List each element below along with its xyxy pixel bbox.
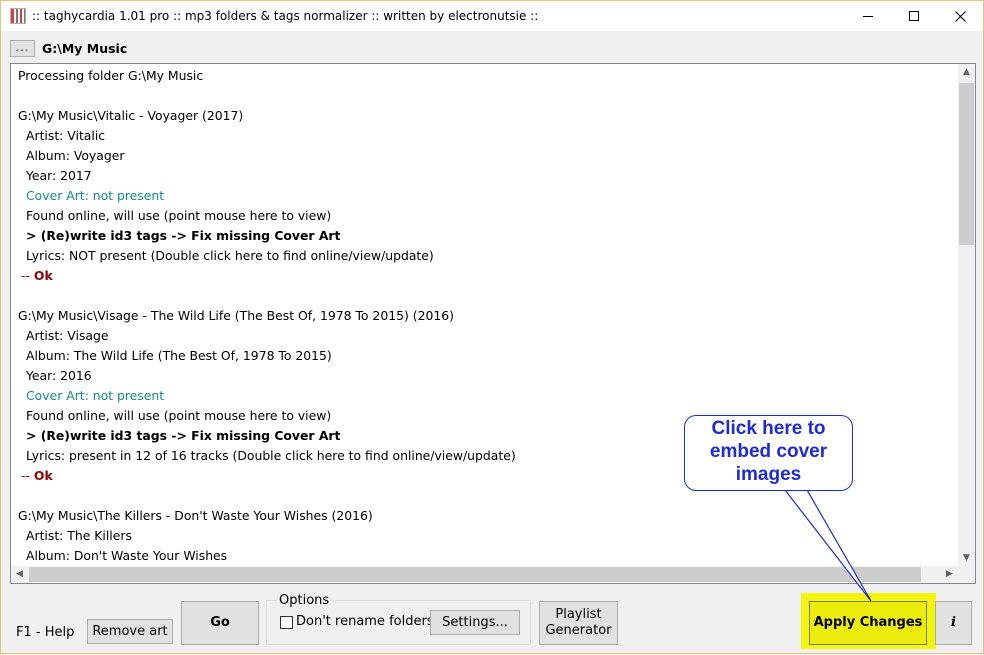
scroll-down-arrow-icon[interactable]: ▼ (958, 550, 975, 567)
log-result: -- Ok (21, 466, 53, 486)
log-year: Year: 2017 (26, 168, 92, 183)
scrollbar-corner (958, 566, 975, 583)
log-album: Album: Don't Waste Your Wishes (26, 548, 228, 563)
horizontal-scroll-thumb[interactable] (29, 567, 921, 582)
log-result-ok: Ok (33, 468, 53, 483)
scroll-right-arrow-icon[interactable]: ▶ (941, 566, 958, 583)
app-icon[interactable] (10, 8, 26, 24)
current-folder-path: G:\My Music (42, 41, 128, 56)
log-lyrics-link[interactable]: Lyrics: present in 12 of 16 tracks (Doub… (26, 446, 516, 466)
log-album: Album: Voyager (26, 148, 125, 163)
log-panel[interactable]: Processing folder G:\My Music G:\My Musi… (10, 63, 976, 584)
horizontal-scrollbar[interactable]: ◀ ▶ (11, 566, 975, 583)
dont-rename-folders-label[interactable]: Don't rename folders (296, 614, 434, 629)
dont-rename-folders-checkbox[interactable] (280, 616, 293, 629)
options-legend: Options (277, 593, 332, 608)
vertical-scroll-thumb[interactable] (959, 83, 974, 245)
log-action: > (Re)write id3 tags -> Fix missing Cove… (26, 428, 341, 443)
maximize-button[interactable] (891, 1, 937, 31)
log-album-folder[interactable]: G:\My Music\The Killers - Don't Waste Yo… (18, 506, 373, 526)
info-button[interactable]: i (935, 601, 972, 645)
callout-line2: embed cover (709, 441, 828, 462)
playlist-generator-label-line2: Generator (545, 623, 612, 638)
log-result-dash: -- (21, 268, 30, 283)
remove-art-button[interactable]: Remove art (87, 619, 173, 644)
log-cover-art-status: Cover Art: not present (26, 388, 165, 403)
callout-line3: images (735, 464, 802, 485)
playlist-generator-button[interactable]: Playlist Generator (539, 601, 618, 645)
window-title: :: taghycardia 1.01 pro :: mp3 folders &… (32, 9, 539, 23)
close-button[interactable] (937, 1, 983, 31)
log-album-folder[interactable]: G:\My Music\Visage - The Wild Life (The … (18, 306, 454, 326)
callout-tooltip: Click here to embed cover images (684, 415, 853, 491)
app-window: :: taghycardia 1.01 pro :: mp3 folders &… (0, 0, 984, 654)
callout-line1: Click here to (711, 418, 826, 439)
log-artist: Artist: The Killers (26, 528, 132, 543)
title-bar[interactable]: :: taghycardia 1.01 pro :: mp3 folders &… (1, 1, 983, 31)
close-icon (954, 10, 966, 22)
help-hint: F1 - Help (16, 625, 75, 640)
log-content[interactable]: Processing folder G:\My Music G:\My Musi… (11, 64, 955, 567)
maximize-icon (909, 11, 919, 21)
settings-button[interactable]: Settings... (430, 610, 520, 635)
log-line: Processing folder G:\My Music (18, 68, 204, 83)
scroll-up-arrow-icon[interactable]: ▲ (958, 64, 975, 81)
go-button[interactable]: Go (181, 601, 259, 645)
log-year: Year: 2016 (26, 368, 92, 383)
log-result-dash: -- (21, 468, 30, 483)
log-album-folder[interactable]: G:\My Music\Vitalic - Voyager (2017) (18, 106, 243, 126)
log-action: > (Re)write id3 tags -> Fix missing Cove… (26, 228, 341, 243)
log-result: -- Ok (21, 266, 53, 286)
log-lyrics-link[interactable]: Lyrics: NOT present (Double click here t… (26, 246, 434, 266)
log-cover-art-preview[interactable]: Found online, will use (point mouse here… (26, 406, 331, 426)
apply-changes-button[interactable]: Apply Changes (809, 601, 927, 645)
log-artist: Artist: Visage (26, 328, 109, 343)
minimize-icon (863, 15, 873, 17)
scroll-left-arrow-icon[interactable]: ◀ (11, 566, 28, 583)
minimize-button[interactable] (845, 1, 891, 31)
log-album: Album: The Wild Life (The Best Of, 1978 … (26, 348, 332, 363)
playlist-generator-label-line1: Playlist (555, 607, 602, 622)
log-cover-art-preview[interactable]: Found online, will use (point mouse here… (26, 206, 331, 226)
log-artist: Artist: Vitalic (26, 128, 106, 143)
log-cover-art-status: Cover Art: not present (26, 188, 165, 203)
browse-folder-button[interactable]: ... (10, 40, 35, 57)
vertical-scrollbar[interactable]: ▲ ▼ (958, 64, 975, 567)
log-result-ok: Ok (33, 268, 53, 283)
